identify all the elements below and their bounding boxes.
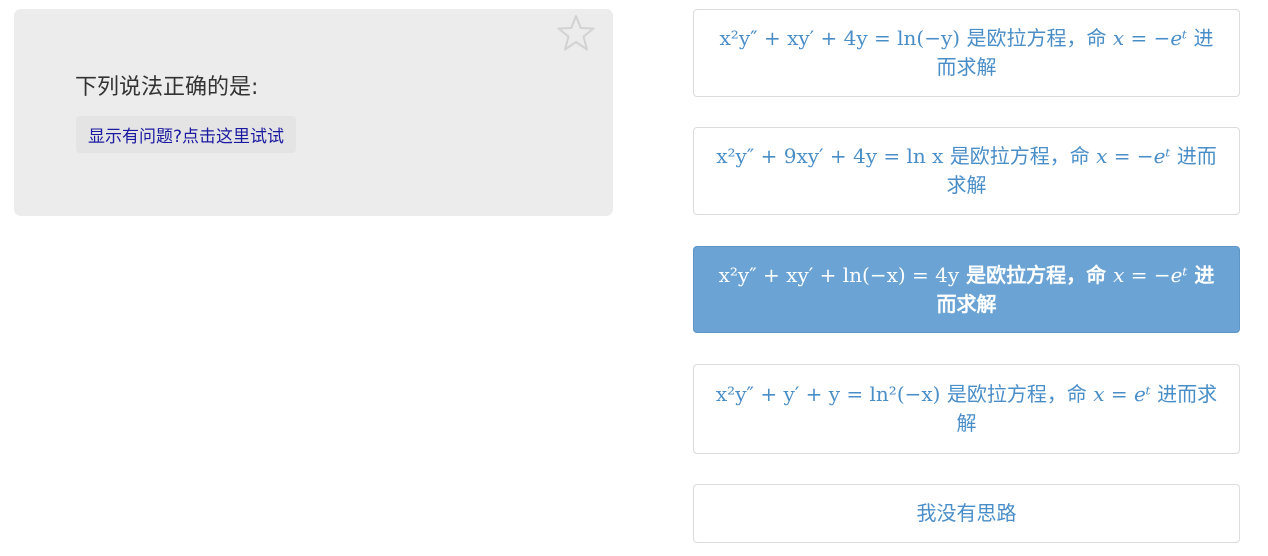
question-title: 下列说法正确的是: bbox=[75, 75, 259, 100]
option-d-equation: x²y″ + y′ + y = ln²(−x) bbox=[715, 382, 941, 406]
option-a[interactable]: x²y″ + xy′ + 4y = ln(−y) 是欧拉方程，命 x = −eᵗ… bbox=[693, 9, 1240, 97]
option-c-text: 是欧拉方程，命 bbox=[966, 262, 1107, 287]
option-d-substitution: x = eᵗ bbox=[1093, 382, 1151, 406]
option-d-text: 是欧拉方程，命 bbox=[946, 382, 1087, 406]
question-card: 下列说法正确的是: 显示有问题?点击这里试试 bbox=[14, 9, 613, 216]
option-a-equation: x²y″ + xy′ + 4y = ln(−y) bbox=[719, 26, 961, 50]
option-b[interactable]: x²y″ + 9xy′ + 4y = ln x 是欧拉方程，命 x = −eᵗ … bbox=[693, 127, 1240, 215]
option-d[interactable]: x²y″ + y′ + y = ln²(−x) 是欧拉方程，命 x = eᵗ 进… bbox=[693, 364, 1240, 454]
option-b-content: x²y″ + 9xy′ + 4y = ln x 是欧拉方程，命 x = −eᵗ … bbox=[710, 142, 1223, 200]
display-problem-link[interactable]: 显示有问题?点击这里试试 bbox=[76, 116, 297, 153]
option-c-substitution: x = −eᵗ bbox=[1113, 262, 1188, 287]
option-no-idea-label: 我没有思路 bbox=[916, 501, 1017, 525]
option-a-substitution: x = −eᵗ bbox=[1112, 26, 1188, 50]
option-c-content: x²y″ + xy′ + ln(−x) = 4y 是欧拉方程，命 x = −eᵗ… bbox=[710, 261, 1223, 319]
option-b-substitution: x = −eᵗ bbox=[1096, 144, 1171, 168]
page: 下列说法正确的是: 显示有问题?点击这里试试 x²y″ + xy′ + 4y =… bbox=[0, 0, 1268, 556]
option-b-equation: x²y″ + 9xy′ + 4y = ln x bbox=[716, 144, 944, 168]
option-c-equation: x²y″ + xy′ + ln(−x) = 4y bbox=[718, 262, 960, 287]
option-a-text: 是欧拉方程，命 bbox=[966, 26, 1107, 50]
star-icon[interactable] bbox=[556, 13, 596, 53]
option-a-content: x²y″ + xy′ + 4y = ln(−y) 是欧拉方程，命 x = −eᵗ… bbox=[710, 24, 1223, 82]
option-no-idea[interactable]: 我没有思路 bbox=[693, 484, 1240, 543]
option-c-selected[interactable]: x²y″ + xy′ + ln(−x) = 4y 是欧拉方程，命 x = −eᵗ… bbox=[693, 246, 1240, 333]
option-b-text: 是欧拉方程，命 bbox=[949, 144, 1090, 168]
option-d-content: x²y″ + y′ + y = ln²(−x) 是欧拉方程，命 x = eᵗ 进… bbox=[710, 380, 1223, 438]
